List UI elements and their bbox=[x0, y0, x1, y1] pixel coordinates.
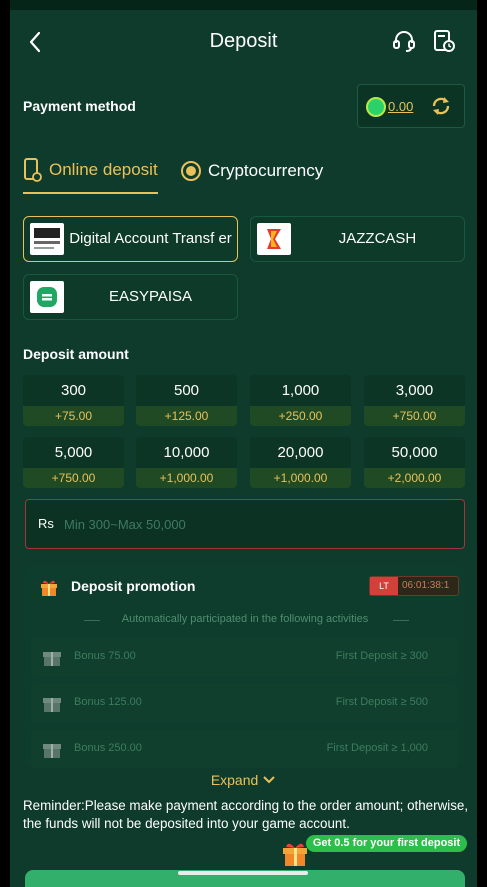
gift-box-icon bbox=[43, 698, 61, 712]
amount-option[interactable]: 500 +125.00 bbox=[136, 375, 237, 426]
bonus-name: Bonus 250.00 bbox=[74, 742, 142, 754]
expand-button[interactable]: Expand bbox=[10, 772, 477, 788]
deposit-amount-label: Deposit amount bbox=[23, 346, 129, 362]
bonus-condition: First Deposit ≥ 1,000 bbox=[326, 742, 428, 754]
amount-input-box: Rs bbox=[25, 499, 465, 549]
method-name: Digital Account Transf er bbox=[69, 230, 232, 247]
coin-icon bbox=[181, 161, 201, 181]
amount-bonus: +1,000.00 bbox=[136, 468, 237, 488]
amount-value: 1,000 bbox=[281, 382, 320, 399]
amount-option[interactable]: 10,000 +1,000.00 bbox=[136, 437, 237, 488]
jazzcash-logo bbox=[257, 223, 291, 255]
bonus-name: Bonus 125.00 bbox=[74, 696, 142, 708]
currency-label: Rs bbox=[38, 516, 54, 531]
tab-online-deposit[interactable]: Online deposit bbox=[23, 152, 158, 194]
bonus-row: Bonus 125.00 First Deposit ≥ 500 bbox=[31, 684, 458, 722]
amount-value: 5,000 bbox=[54, 444, 93, 461]
headset-icon[interactable] bbox=[391, 28, 417, 54]
balance-box: 0.00 bbox=[357, 84, 465, 128]
amount-bonus: +750.00 bbox=[23, 468, 124, 488]
payment-method-row: Payment method 0.00 bbox=[10, 82, 477, 128]
amount-option[interactable]: 1,000 +250.00 bbox=[250, 375, 351, 426]
easypaisa-logo bbox=[30, 281, 64, 313]
amount-bonus: +2,000.00 bbox=[364, 468, 465, 488]
limited-time-tag: LT bbox=[370, 577, 398, 595]
gift-box-icon bbox=[43, 652, 61, 666]
divider bbox=[393, 620, 409, 621]
amount-option[interactable]: 50,000 +2,000.00 bbox=[364, 437, 465, 488]
tab-cryptocurrency[interactable]: Cryptocurrency bbox=[180, 152, 323, 194]
amount-option[interactable]: 20,000 +1,000.00 bbox=[250, 437, 351, 488]
phone-icon bbox=[24, 158, 42, 182]
method-name: EASYPAISA bbox=[108, 288, 193, 305]
amount-bonus: +750.00 bbox=[364, 406, 465, 426]
countdown-timer: 06:01:38:1 bbox=[402, 580, 450, 591]
amount-option[interactable]: 5,000 +750.00 bbox=[23, 437, 124, 488]
bonus-condition: First Deposit ≥ 300 bbox=[335, 650, 428, 662]
amount-bonus: +75.00 bbox=[23, 406, 124, 426]
method-easypaisa[interactable]: EASYPAISA bbox=[23, 274, 238, 320]
amount-bonus: +1,000.00 bbox=[250, 468, 351, 488]
balance-value[interactable]: 0.00 bbox=[388, 99, 413, 114]
home-indicator bbox=[178, 871, 308, 875]
amount-bonus: +250.00 bbox=[250, 406, 351, 426]
first-deposit-badge[interactable]: Get 0.5 for your first deposit bbox=[306, 835, 467, 852]
tab-online-deposit-label: Online deposit bbox=[49, 160, 158, 179]
bonus-row: Bonus 75.00 First Deposit ≥ 300 bbox=[31, 638, 458, 676]
amount-value: 500 bbox=[173, 382, 200, 399]
amount-bonus: +125.00 bbox=[136, 406, 237, 426]
refresh-icon[interactable] bbox=[430, 95, 452, 117]
chevron-down-icon bbox=[263, 776, 275, 784]
amount-option[interactable]: 3,000 +750.00 bbox=[364, 375, 465, 426]
gift-box-icon bbox=[43, 744, 61, 758]
amount-value: 300 bbox=[60, 382, 87, 399]
method-name: JAZZCASH bbox=[338, 230, 417, 247]
reminder-text: Reminder:Please make payment according t… bbox=[23, 798, 469, 831]
bonus-name: Bonus 75.00 bbox=[74, 650, 136, 662]
amount-option[interactable]: 300 +75.00 bbox=[23, 375, 124, 426]
deposit-tabs: Online deposit Cryptocurrency bbox=[10, 152, 477, 196]
header: Deposit bbox=[10, 18, 477, 66]
gift-icon bbox=[41, 580, 57, 596]
tab-cryptocurrency-label: Cryptocurrency bbox=[208, 161, 324, 180]
bonus-condition: First Deposit ≥ 500 bbox=[335, 696, 428, 708]
expand-label: Expand bbox=[210, 772, 259, 788]
amount-value: 3,000 bbox=[395, 382, 434, 399]
method-jazzcash[interactable]: JAZZCASH bbox=[250, 216, 465, 262]
amount-value: 50,000 bbox=[391, 444, 438, 461]
auto-participate-text: Automatically participated in the follow… bbox=[121, 613, 369, 625]
status-bar bbox=[10, 0, 477, 10]
bonus-row: Bonus 250.00 First Deposit ≥ 1,000 bbox=[31, 730, 458, 768]
digital-account-logo bbox=[30, 223, 64, 255]
deposit-screen: Deposit Payment method 0.00 Online depos… bbox=[10, 0, 477, 887]
method-digital-account-transfer[interactable]: Digital Account Transf er bbox=[23, 216, 238, 262]
payment-method-label: Payment method bbox=[23, 98, 136, 114]
promotion-title: Deposit promotion bbox=[71, 578, 196, 594]
clock-document-icon[interactable] bbox=[431, 28, 457, 54]
amount-value: 10,000 bbox=[163, 444, 210, 461]
limited-time-badge: LT 06:01:38:1 bbox=[369, 576, 459, 596]
amount-value: 20,000 bbox=[277, 444, 324, 461]
wallet-coin-icon bbox=[366, 97, 386, 117]
amount-input[interactable] bbox=[64, 512, 444, 536]
